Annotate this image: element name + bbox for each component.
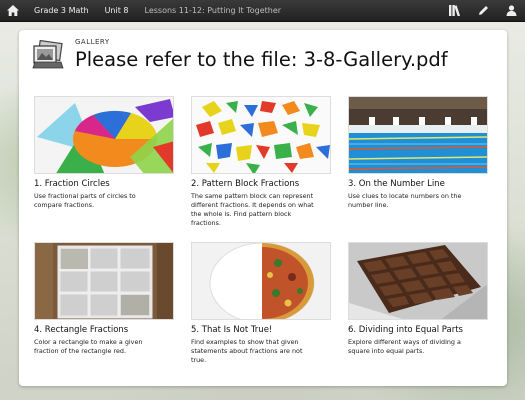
tile-title: 2. Pattern Block Fractions bbox=[191, 179, 300, 189]
tile-description: Use fractional parts of circles to compa… bbox=[34, 192, 136, 209]
gallery-tile-fraction-circles[interactable]: 1. Fraction Circles Use fractional parts… bbox=[34, 96, 178, 210]
pattern-blocks-image bbox=[191, 96, 331, 174]
fraction-circles-image bbox=[34, 96, 174, 174]
page-title: Please refer to the file: 3-8-Gallery.pd… bbox=[75, 48, 448, 71]
tile-description: The same pattern block can represent dif… bbox=[191, 192, 314, 227]
pencil-icon[interactable] bbox=[469, 0, 497, 22]
breadcrumb-lesson[interactable]: Lessons 11-12: Putting It Together bbox=[137, 6, 290, 15]
tile-title: 4. Rectangle Fractions bbox=[34, 325, 129, 335]
tile-description: Explore different ways of dividing a squ… bbox=[348, 338, 461, 355]
gallery-header: GALLERY Please refer to the file: 3-8-Ga… bbox=[31, 36, 448, 71]
section-label: GALLERY bbox=[75, 38, 110, 46]
top-navigation-bar: Grade 3 Math Unit 8 Lessons 11-12: Putti… bbox=[0, 0, 525, 22]
gallery-tile-not-true[interactable]: 5. That Is Not True! Find examples to sh… bbox=[191, 242, 335, 365]
gallery-tile-equal-parts[interactable]: 6. Dividing into Equal Parts Explore dif… bbox=[348, 242, 492, 356]
tile-title: 3. On the Number Line bbox=[348, 179, 445, 189]
tile-title: 5. That Is Not True! bbox=[191, 325, 273, 335]
gallery-icon bbox=[31, 39, 65, 70]
gallery-tile-rectangle-fractions[interactable]: 4. Rectangle Fractions Color a rectangle… bbox=[34, 242, 178, 356]
library-icon[interactable] bbox=[441, 0, 469, 22]
pizza-image bbox=[191, 242, 331, 320]
tile-description: Color a rectangle to make a given fracti… bbox=[34, 338, 143, 355]
person-icon[interactable] bbox=[497, 0, 525, 22]
gallery-tile-pattern-blocks[interactable]: 2. Pattern Block Fractions The same patt… bbox=[191, 96, 335, 228]
window-image bbox=[34, 242, 174, 320]
gallery-tile-number-line[interactable]: 3. On the Number Line Use clues to locat… bbox=[348, 96, 492, 210]
tile-title: 1. Fraction Circles bbox=[34, 179, 110, 189]
home-icon[interactable] bbox=[0, 0, 26, 22]
chocolate-bar-image bbox=[348, 242, 488, 320]
pool-number-line-image bbox=[348, 96, 488, 174]
tile-title: 6. Dividing into Equal Parts bbox=[348, 325, 463, 335]
breadcrumb-course[interactable]: Grade 3 Math bbox=[26, 6, 97, 15]
gallery-card: GALLERY Please refer to the file: 3-8-Ga… bbox=[19, 30, 507, 386]
tile-description: Use clues to locate numbers on the numbe… bbox=[348, 192, 462, 209]
tile-description: Find examples to show that given stateme… bbox=[191, 338, 303, 364]
breadcrumb-unit[interactable]: Unit 8 bbox=[97, 6, 137, 15]
